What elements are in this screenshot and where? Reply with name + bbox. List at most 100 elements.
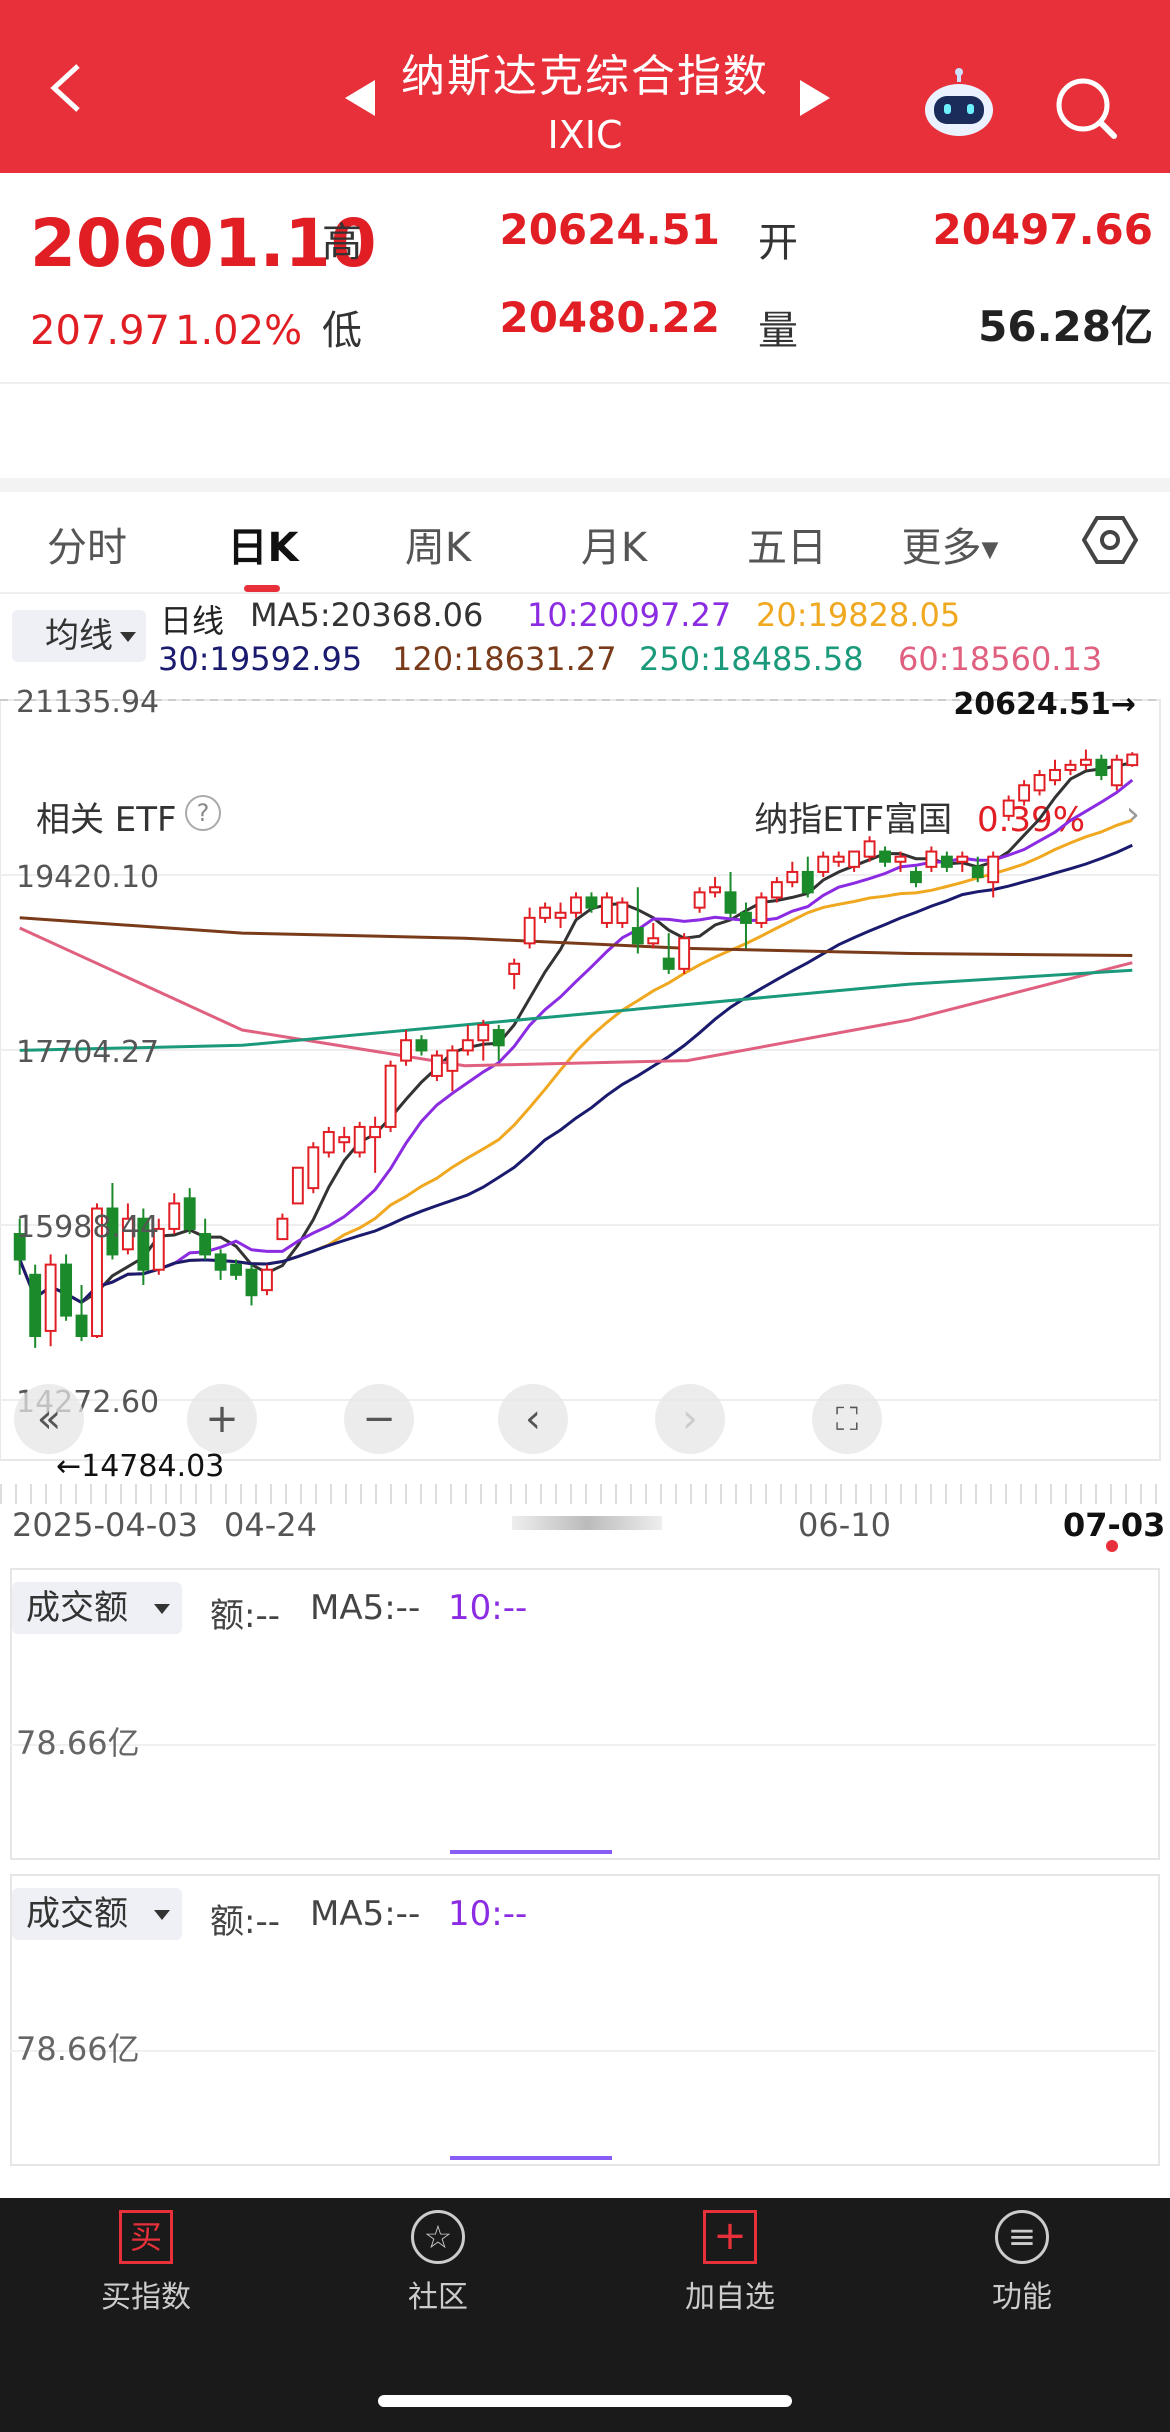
candlestick[interactable] — [709, 877, 722, 898]
candlestick[interactable] — [183, 1188, 196, 1235]
candlestick[interactable] — [492, 1024, 505, 1061]
candlestick[interactable] — [261, 1264, 273, 1296]
candlestick[interactable] — [1064, 759, 1077, 776]
candlestick[interactable] — [817, 851, 830, 878]
candlestick[interactable] — [369, 1116, 382, 1173]
candle-body — [539, 906, 552, 919]
candle-body — [307, 1146, 320, 1190]
candlestick[interactable] — [461, 1024, 474, 1056]
date-axis-ticks — [0, 1484, 1170, 1504]
tab-weekly-k[interactable]: 周K — [363, 515, 513, 573]
candlestick[interactable] — [910, 866, 922, 888]
candlestick[interactable] — [168, 1193, 181, 1235]
candlestick[interactable] — [631, 887, 644, 954]
candlestick[interactable] — [1110, 754, 1123, 791]
candlestick[interactable] — [801, 856, 814, 898]
candlestick[interactable] — [755, 892, 768, 929]
tab-intraday[interactable]: 分时 — [12, 515, 162, 573]
candle-body — [1049, 768, 1061, 782]
moving-average-selector[interactable]: 均线 — [12, 610, 146, 662]
candlestick[interactable] — [956, 851, 969, 872]
chart-settings-icon[interactable] — [1082, 512, 1138, 568]
volume-amount: 额:-- — [210, 1902, 280, 1942]
community-button[interactable]: ☆ 社区 — [338, 2210, 538, 2316]
candle-body — [369, 1125, 382, 1139]
candlestick[interactable] — [430, 1050, 443, 1082]
candlestick[interactable] — [724, 871, 737, 918]
volume-indicator-selector[interactable]: 成交额 — [12, 1888, 182, 1940]
volume-indicator-selector[interactable]: 成交额 — [12, 1582, 182, 1634]
candlestick[interactable] — [1126, 752, 1139, 767]
candlestick[interactable] — [322, 1126, 335, 1158]
candlestick[interactable] — [647, 922, 660, 949]
candlestick[interactable] — [508, 958, 521, 990]
candlestick[interactable] — [570, 892, 582, 918]
scroll-to-start-button[interactable]: « — [14, 1384, 84, 1454]
candlestick[interactable] — [832, 851, 845, 867]
candle-body — [662, 957, 675, 970]
candlestick[interactable] — [44, 1254, 57, 1347]
candlestick[interactable] — [1002, 795, 1015, 821]
candlestick[interactable] — [291, 1166, 304, 1205]
candlestick[interactable] — [1095, 754, 1108, 781]
candlestick[interactable] — [539, 902, 552, 923]
tab-daily-k[interactable]: 日K — [188, 515, 338, 573]
candlestick[interactable] — [1079, 749, 1092, 770]
candlestick[interactable] — [400, 1030, 412, 1066]
functions-button[interactable]: ≡ 功能 — [922, 2210, 1122, 2316]
zoom-in-button[interactable]: + — [187, 1384, 257, 1454]
scroll-left-button[interactable]: ‹ — [498, 1384, 568, 1454]
zoom-out-button[interactable]: − — [344, 1384, 414, 1454]
candlestick[interactable] — [848, 850, 861, 872]
candlestick[interactable] — [693, 887, 706, 913]
candlestick[interactable] — [338, 1126, 351, 1153]
buy-index-button[interactable]: 买 买指数 — [46, 2210, 246, 2316]
candlestick[interactable] — [940, 851, 953, 872]
tab-monthly-k[interactable]: 月K — [539, 515, 689, 573]
candle-body — [508, 962, 521, 975]
fullscreen-button[interactable]: ⛶ — [812, 1384, 882, 1454]
candlestick[interactable] — [879, 846, 891, 867]
candlestick[interactable] — [384, 1060, 397, 1133]
candlestick[interactable] — [29, 1264, 42, 1348]
candlestick[interactable] — [554, 902, 567, 929]
candlestick[interactable] — [276, 1213, 289, 1241]
scroll-right-button[interactable]: › — [655, 1384, 725, 1454]
candlestick[interactable] — [523, 907, 536, 949]
robot-assistant-icon[interactable] — [920, 68, 998, 138]
candlestick[interactable] — [786, 861, 799, 888]
candlestick[interactable] — [662, 933, 675, 974]
tab-more[interactable]: 更多▼ — [890, 515, 1010, 573]
candlestick[interactable] — [60, 1254, 73, 1321]
related-etf-row[interactable]: 相关 ETF ? 纳指ETF富国 0.39% › — [0, 384, 1170, 840]
low-label: 低 — [322, 308, 362, 354]
candlestick[interactable] — [616, 897, 629, 929]
candlestick[interactable] — [214, 1249, 227, 1280]
candlestick[interactable] — [75, 1285, 88, 1342]
candlestick[interactable] — [925, 846, 938, 872]
search-icon[interactable] — [1050, 72, 1120, 142]
candlestick[interactable] — [245, 1264, 258, 1306]
candle-body — [1002, 799, 1015, 817]
candlestick[interactable] — [307, 1142, 320, 1194]
candle-body — [291, 1166, 304, 1205]
candlestick[interactable] — [1049, 759, 1061, 786]
next-index-arrow-icon[interactable] — [800, 80, 830, 116]
candlestick[interactable] — [1033, 769, 1046, 796]
candlestick-chart[interactable]: 21135.9419420.1017704.2715988.4414272.60… — [0, 680, 1170, 1480]
candlestick[interactable] — [600, 892, 613, 929]
candle-body — [863, 840, 876, 858]
add-to-watchlist-button[interactable]: + 加自选 — [630, 2210, 830, 2316]
tab-five-day[interactable]: 五日 — [712, 515, 862, 573]
candle-body — [894, 855, 907, 863]
candlestick[interactable] — [446, 1045, 459, 1092]
chart-scroll-thumb[interactable] — [512, 1516, 662, 1530]
candlestick[interactable] — [353, 1121, 366, 1158]
date-start: 2025-04-03 — [12, 1506, 198, 1544]
candlestick[interactable] — [477, 1019, 490, 1061]
indicator-label: 成交额 — [26, 1894, 128, 1934]
candlestick[interactable] — [678, 933, 691, 974]
ma10-value: 10:20097.27 — [527, 596, 732, 634]
candlestick[interactable] — [415, 1035, 428, 1056]
candlestick[interactable] — [1018, 780, 1031, 806]
